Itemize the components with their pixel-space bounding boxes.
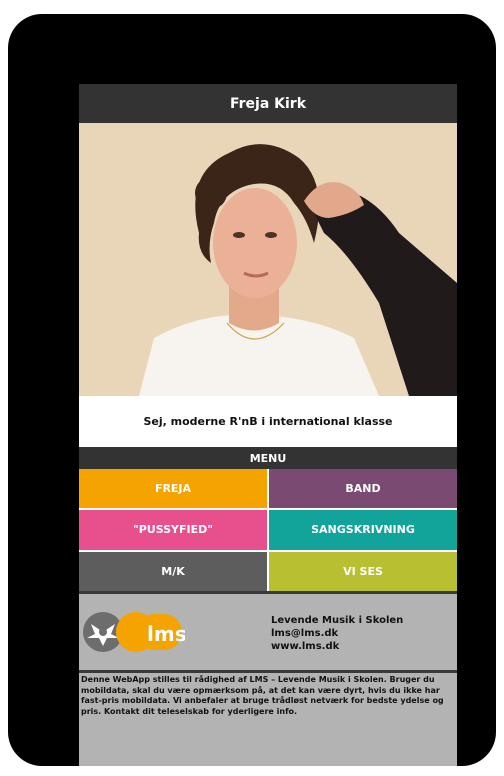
- lms-logo-icon: lms: [83, 612, 187, 652]
- page-title: Freja Kirk: [229, 95, 307, 112]
- menu-button-vi-ses[interactable]: VI SES: [269, 551, 457, 591]
- menu-button-label: "PUSSYFIED": [132, 523, 214, 537]
- menu-button-label: BAND: [345, 482, 381, 496]
- menu-button-band[interactable]: BAND: [269, 469, 457, 509]
- contact-email[interactable]: lms@lms.dk: [271, 627, 403, 640]
- org-name: Levende Musik i Skolen: [271, 615, 404, 626]
- footer-info: lms Levende Musik i Skolen lms@lms.dk ww…: [79, 594, 457, 670]
- menu-button-label: M/K: [161, 564, 185, 578]
- lms-logo[interactable]: lms: [81, 610, 187, 654]
- menu-button-mk[interactable]: M/K: [79, 551, 267, 591]
- menu-header: MENU: [79, 447, 457, 469]
- hero-photo: [79, 123, 457, 396]
- menu-button-label: VI SES: [343, 564, 383, 578]
- menu-grid: FREJA BAND "PUSSYFIED" SANGSKRIVNING M/K…: [79, 469, 457, 591]
- lms-logo-text: lms: [147, 622, 185, 646]
- menu-button-freja[interactable]: FREJA: [79, 469, 267, 509]
- menu-button-sangskrivning[interactable]: SANGSKRIVNING: [269, 510, 457, 550]
- disclaimer-text: Denne WebApp stilles til rådighed af LMS…: [79, 673, 457, 766]
- menu-button-label: FREJA: [154, 482, 192, 496]
- tagline: Sej, moderne R'nB i international klasse: [79, 396, 457, 447]
- menu-button-label: SANGSKRIVNING: [311, 523, 415, 537]
- title-bar: Freja Kirk: [79, 84, 457, 123]
- menu-button-pussyfied[interactable]: "PUSSYFIED": [79, 510, 267, 550]
- app-screen: Freja Kirk Sej, moderne R'nB i internati…: [79, 84, 457, 766]
- contact-block: Levende Musik i Skolen lms@lms.dk www.lm…: [271, 614, 403, 653]
- device-frame: Freja Kirk Sej, moderne R'nB i internati…: [8, 14, 496, 766]
- contact-website[interactable]: www.lms.dk: [271, 640, 403, 653]
- artist-photo: [79, 123, 457, 396]
